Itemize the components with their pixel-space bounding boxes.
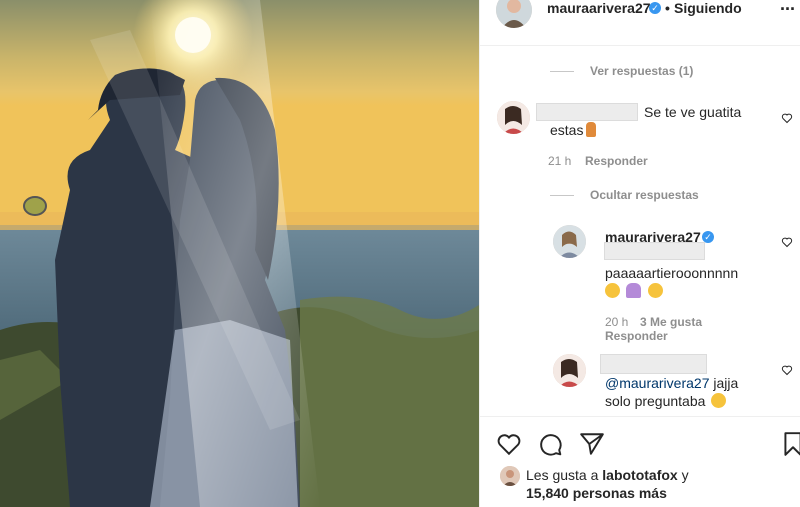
sunset-couple-image bbox=[0, 0, 479, 507]
person-emoji-icon bbox=[626, 283, 642, 298]
post-photo[interactable] bbox=[0, 0, 479, 507]
bookmark-icon[interactable] bbox=[782, 431, 800, 457]
laughing-emoji-icon bbox=[711, 393, 727, 408]
liker-avatar[interactable] bbox=[500, 466, 520, 486]
likes-prefix: Les gusta a bbox=[526, 467, 603, 483]
follow-status-button[interactable]: Siguiendo bbox=[674, 0, 742, 16]
more-icon[interactable]: ... bbox=[780, 0, 795, 15]
heart-icon[interactable] bbox=[781, 112, 793, 124]
reply2-text-line2-wrap: solo preguntaba bbox=[605, 392, 728, 410]
comment-avatar[interactable] bbox=[497, 101, 530, 134]
reply-likes[interactable]: 3 Me gusta bbox=[640, 315, 702, 329]
redacted-mention bbox=[604, 242, 705, 260]
redacted-username bbox=[600, 354, 707, 374]
share-icon[interactable] bbox=[579, 431, 605, 457]
reply2-avatar[interactable] bbox=[553, 354, 586, 387]
header-username[interactable]: mauraarivera27 bbox=[547, 0, 651, 16]
replies-line bbox=[550, 71, 574, 73]
likes-user-link[interactable]: labototafox bbox=[602, 467, 677, 483]
likes-line1: Les gusta a labototafox y bbox=[526, 467, 689, 483]
verified-icon: ✓ bbox=[649, 2, 661, 14]
mention-link[interactable]: @maurarivera27 bbox=[605, 375, 709, 391]
comment-icon[interactable] bbox=[537, 431, 563, 457]
likes-count[interactable]: 15,840 personas más bbox=[526, 485, 667, 501]
comment-reply-button[interactable]: Responder bbox=[585, 154, 648, 168]
emoji-row bbox=[605, 283, 665, 301]
view-replies-button[interactable]: Ver respuestas (1) bbox=[550, 64, 693, 78]
reply2-text-after: jajja bbox=[709, 375, 739, 391]
hide-replies-button[interactable]: Ocultar respuestas bbox=[550, 188, 699, 202]
reply2-text-line2: solo preguntaba bbox=[605, 393, 706, 409]
reply-reply-button[interactable]: Responder bbox=[605, 329, 668, 343]
reply-avatar[interactable] bbox=[553, 225, 586, 258]
like-heart-icon[interactable] bbox=[496, 431, 522, 457]
post-actions: Les gusta a labototafox y 15,840 persona… bbox=[480, 416, 800, 507]
reply-time: 20 h bbox=[605, 315, 629, 329]
redacted-username bbox=[536, 103, 638, 121]
heart-icon[interactable] bbox=[781, 364, 793, 376]
comment-text-line2: estas bbox=[550, 122, 584, 138]
reply-text: paaaaartierooonnnnn bbox=[605, 265, 739, 281]
laughing-emoji-icon bbox=[605, 283, 620, 298]
comment-time: 21 h bbox=[548, 154, 572, 168]
person-emoji-icon bbox=[586, 122, 596, 137]
reply2-text: @maurarivera27 jajja bbox=[605, 374, 738, 392]
heart-icon[interactable] bbox=[781, 236, 793, 248]
post-header: mauraarivera27 ✓ • Siguiendo ... bbox=[480, 0, 800, 46]
replies-line bbox=[550, 195, 574, 197]
comments-panel: mauraarivera27 ✓ • Siguiendo ... Ver res… bbox=[479, 0, 800, 507]
likes-suffix: y bbox=[677, 467, 689, 483]
comment-text: Se te ve guatita bbox=[644, 104, 742, 120]
hide-replies-label: Ocultar respuestas bbox=[590, 188, 699, 202]
view-replies-label: Ver respuestas (1) bbox=[590, 64, 694, 78]
laughing-emoji-icon bbox=[647, 283, 663, 298]
follow-dot: • bbox=[665, 0, 670, 16]
header-avatar[interactable] bbox=[496, 0, 532, 28]
